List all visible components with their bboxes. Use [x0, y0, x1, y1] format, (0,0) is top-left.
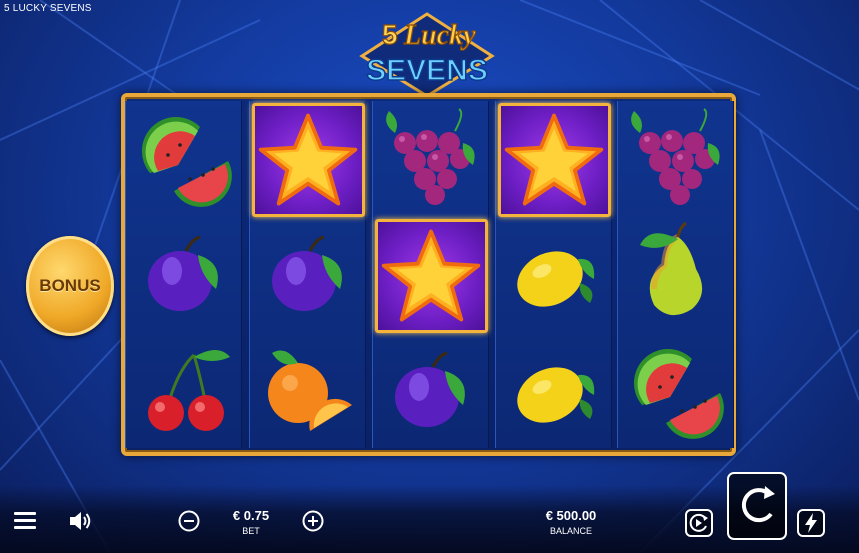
reel-5 — [617, 101, 734, 448]
plum-icon — [272, 235, 342, 311]
symbol-pear — [620, 219, 733, 333]
bet-label: BET — [242, 526, 260, 536]
autoplay-icon[interactable] — [684, 508, 714, 538]
grapes-icon — [631, 108, 720, 205]
symbol-plum — [375, 335, 488, 449]
reel-1 — [125, 101, 242, 448]
logo-number: 5 — [382, 19, 398, 50]
symbol-lemon — [498, 219, 611, 333]
spin-icon — [741, 486, 775, 523]
reel-4 — [495, 101, 612, 448]
lemon-icon — [517, 367, 595, 423]
symbol-plum — [252, 219, 365, 333]
reel-3 — [372, 101, 489, 448]
reel-2 — [249, 101, 366, 448]
symbol-grapes — [375, 103, 488, 217]
spin-button[interactable] — [727, 472, 787, 540]
grapes-icon — [386, 108, 475, 205]
watermelon-icon — [141, 117, 232, 207]
balance-label: BALANCE — [549, 526, 593, 536]
bonus-label: BONUS — [39, 276, 101, 295]
lightning-icon[interactable] — [796, 508, 826, 538]
reel-frame — [121, 93, 736, 456]
minus-icon[interactable] — [178, 510, 200, 532]
star-icon — [258, 113, 358, 206]
menu-icon[interactable] — [14, 512, 36, 530]
pear-icon — [640, 221, 703, 316]
balance-value: € 500.00 — [545, 508, 597, 523]
symbol-star — [498, 103, 611, 217]
plum-icon — [395, 351, 465, 427]
symbol-star — [375, 219, 488, 333]
star-icon — [504, 113, 604, 206]
plum-icon — [148, 235, 218, 311]
game-logo: 5 Lucky SEVENS — [359, 12, 495, 98]
symbol-star — [252, 103, 365, 217]
watermelon-icon — [633, 349, 724, 439]
symbol-orange — [252, 335, 365, 449]
star-icon — [381, 229, 481, 322]
bet-value: € 0.75 — [232, 508, 270, 523]
logo-word-lucky: Lucky — [403, 20, 476, 51]
bonus-button[interactable]: BONUS — [26, 236, 114, 336]
symbol-watermelon — [620, 335, 733, 449]
plus-icon[interactable] — [302, 510, 324, 532]
speaker-icon[interactable] — [68, 510, 92, 532]
game-title: 5 LUCKY SEVENS — [4, 3, 92, 14]
symbol-plum — [128, 219, 241, 333]
symbol-lemon — [498, 335, 611, 449]
symbol-grapes — [620, 103, 733, 217]
orange-icon — [268, 350, 352, 431]
cherry-icon — [148, 350, 230, 431]
symbol-watermelon — [128, 103, 241, 217]
lemon-icon — [517, 251, 595, 307]
logo-word-sevens: SEVENS — [366, 54, 488, 87]
symbol-cherry — [128, 335, 241, 449]
